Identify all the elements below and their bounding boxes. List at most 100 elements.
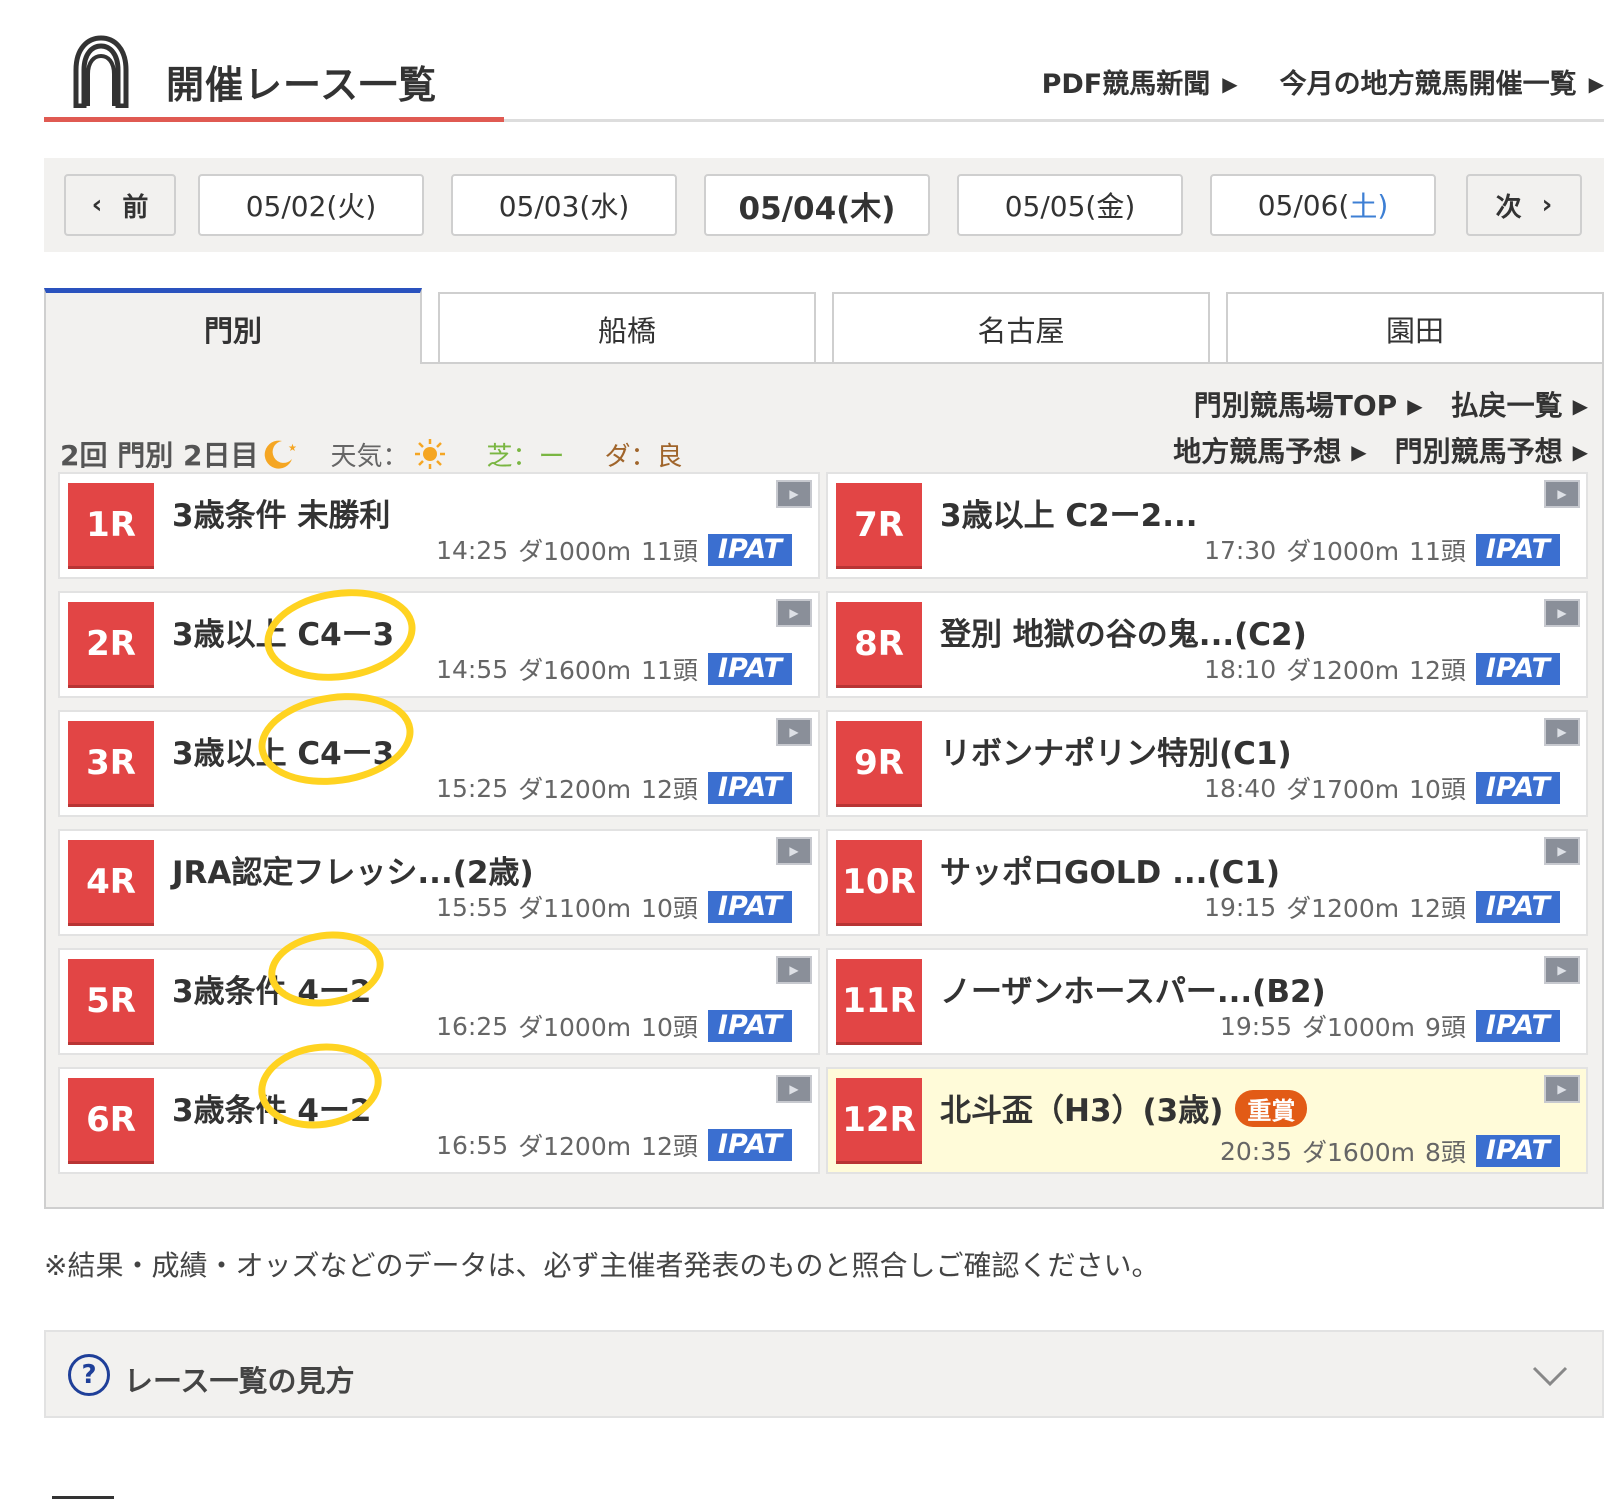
video-icon[interactable]: ▶	[776, 718, 812, 746]
video-icon[interactable]: ▶	[1544, 837, 1580, 865]
monthly-schedule-link[interactable]: 今月の地方競馬開催一覧 ▶	[1280, 62, 1604, 101]
race-panel: 門別競馬場TOP ▶ 払戻一覧 ▶ 地方競馬予想 ▶ 門別競馬予想 ▶ 2回 門別 2日…	[44, 362, 1604, 1209]
race-number: 4R	[68, 840, 154, 926]
monbetsu-prediction-link[interactable]: 門別競馬予想 ▶	[1395, 430, 1588, 470]
ipat-button[interactable]: IPAT	[1475, 534, 1560, 566]
race-row-5r[interactable]: 5R 3歳条件 4ー2 16:25 ダ1000m 10頭 IPAT ▶	[58, 948, 820, 1055]
race-info: 20:35 ダ1600m 8頭 IPAT	[1220, 1133, 1560, 1169]
ipat-button[interactable]: IPAT	[707, 653, 792, 685]
chevron-left-icon: ‹	[91, 190, 103, 220]
divider	[52, 1496, 114, 1499]
race-row-6r[interactable]: 6R 3歳条件 4ー2 16:55 ダ1200m 12頭 IPAT ▶	[58, 1067, 820, 1174]
tab-nagoya[interactable]: 名古屋	[832, 292, 1210, 364]
video-icon[interactable]: ▶	[1544, 718, 1580, 746]
chevron-right-icon: ›	[1541, 190, 1553, 220]
header-accent-line	[44, 117, 504, 122]
video-icon[interactable]: ▶	[776, 837, 812, 865]
triangle-right-icon: ▶	[1572, 440, 1588, 464]
tab-sonoda[interactable]: 園田	[1226, 292, 1604, 364]
race-number: 1R	[68, 483, 154, 569]
date-navigation: ‹ 前 05/02(火) 05/03(水) 05/04(木) 05/05(金) …	[44, 158, 1604, 252]
local-racing-prediction-link[interactable]: 地方競馬予想 ▶	[1173, 430, 1366, 470]
tab-monbetsu[interactable]: 門別	[44, 288, 422, 364]
triangle-right-icon: ▶	[1222, 72, 1238, 96]
video-icon[interactable]: ▶	[776, 1075, 812, 1103]
race-number: 6R	[68, 1078, 154, 1164]
how-to-read-accordion[interactable]: ? レース一覧の見方	[44, 1330, 1604, 1418]
payout-list-link[interactable]: 払戻一覧 ▶	[1451, 384, 1588, 424]
race-name: 登別 地獄の谷の鬼...(C2)	[940, 617, 1307, 653]
race-row-10r[interactable]: 10R サッポロGOLD ...(C1) 19:15 ダ1200m 12頭 IPAT …	[826, 829, 1588, 936]
video-icon[interactable]: ▶	[1544, 480, 1580, 508]
prev-date-button[interactable]: ‹ 前	[64, 174, 176, 236]
video-icon[interactable]: ▶	[1544, 599, 1580, 627]
horseshoe-logo-icon	[73, 35, 129, 108]
how-to-read-label: レース一覧の見方	[124, 1364, 355, 1398]
race-info: 16:55 ダ1200m 12頭 IPAT	[436, 1127, 792, 1163]
chevron-down-icon	[1532, 1366, 1568, 1387]
date-tab-0503[interactable]: 05/03(水)	[451, 174, 677, 236]
race-row-11r[interactable]: 11R ノーザンホースパー...(B2) 19:55 ダ1000m 9頭 IPAT ▶	[826, 948, 1588, 1055]
race-name: 3歳以上 C2ー2...	[940, 498, 1198, 534]
date-tab-0505[interactable]: 05/05(金)	[957, 174, 1183, 236]
video-icon[interactable]: ▶	[776, 956, 812, 984]
tab-funabashi[interactable]: 船橋	[438, 292, 816, 364]
next-date-button[interactable]: 次 ›	[1466, 174, 1582, 236]
race-number: 11R	[836, 959, 922, 1045]
ipat-button[interactable]: IPAT	[707, 534, 792, 566]
race-number: 7R	[836, 483, 922, 569]
race-name: サッポロGOLD ...(C1)	[940, 855, 1281, 891]
race-number: 5R	[68, 959, 154, 1045]
race-info: 17:30 ダ1000m 11頭 IPAT	[1204, 532, 1560, 568]
race-name: ノーザンホースパー...(B2)	[940, 974, 1326, 1010]
ipat-button[interactable]: IPAT	[707, 772, 792, 804]
video-icon[interactable]: ▶	[1544, 1075, 1580, 1103]
turf-condition: 芝：ー	[486, 441, 565, 472]
triangle-right-icon: ▶	[1407, 394, 1423, 418]
race-info: 15:55 ダ1100m 10頭 IPAT	[436, 889, 792, 925]
video-icon[interactable]: ▶	[1544, 956, 1580, 984]
race-row-8r[interactable]: 8R 登別 地獄の谷の鬼...(C2) 18:10 ダ1200m 12頭 IPAT ▶	[826, 591, 1588, 698]
venue-tabs: 門別 船橋 名古屋 園田	[44, 288, 1604, 364]
ipat-button[interactable]: IPAT	[1475, 1135, 1560, 1167]
dirt-condition: ダ：良	[604, 441, 683, 472]
grade-race-badge: 重賞	[1235, 1090, 1308, 1127]
page-header: 開催レース一覧 PDF競馬新聞 ▶ 今月の地方競馬開催一覧 ▶	[44, 28, 1604, 122]
question-icon: ?	[68, 1354, 110, 1396]
race-row-3r[interactable]: 3R 3歳以上 C4ー3 15:25 ダ1200m 12頭 IPAT ▶	[58, 710, 820, 817]
race-row-4r[interactable]: 4R JRA認定フレッシ...(2歳) 15:55 ダ1100m 10頭 IPAT ▶	[58, 829, 820, 936]
race-name: 北斗盃（H3）(3歳) 重賞	[940, 1085, 1308, 1130]
race-row-9r[interactable]: 9R リボンナポリン特別(C1) 18:40 ダ1700m 10頭 IPAT ▶	[826, 710, 1588, 817]
ipat-button[interactable]: IPAT	[707, 891, 792, 923]
race-row-12r[interactable]: 12R 北斗盃（H3）(3歳) 重賞 20:35 ダ1600m 8頭 IPAT ▶	[826, 1067, 1588, 1174]
race-number: 10R	[836, 840, 922, 926]
date-tab-0504[interactable]: 05/04(木)	[704, 174, 930, 236]
ipat-button[interactable]: IPAT	[1475, 891, 1560, 923]
race-info: 18:10 ダ1200m 12頭 IPAT	[1204, 651, 1560, 687]
meeting-name: 2回 門別 2日目	[60, 439, 259, 472]
race-name: JRA認定フレッシ...(2歳)	[172, 855, 534, 891]
ipat-button[interactable]: IPAT	[1475, 1010, 1560, 1042]
ipat-button[interactable]: IPAT	[1475, 653, 1560, 685]
race-info: 18:40 ダ1700m 10頭 IPAT	[1204, 770, 1560, 806]
race-info: 15:25 ダ1200m 12頭 IPAT	[436, 770, 792, 806]
date-tab-0506[interactable]: 05/06(土)	[1210, 174, 1436, 236]
page-title: 開催レース一覧	[166, 63, 438, 107]
race-row-7r[interactable]: 7R 3歳以上 C2ー2... 17:30 ダ1000m 11頭 IPAT ▶	[826, 472, 1588, 579]
pdf-newspaper-link[interactable]: PDF競馬新聞 ▶	[1042, 62, 1238, 101]
race-row-2r[interactable]: 2R 3歳以上 C4ー3 14:55 ダ1600m 11頭 IPAT ▶	[58, 591, 820, 698]
race-row-1r[interactable]: 1R 3歳条件 未勝利 14:25 ダ1000m 11頭 IPAT ▶	[58, 472, 820, 579]
video-icon[interactable]: ▶	[776, 480, 812, 508]
date-tab-0502[interactable]: 05/02(火)	[198, 174, 424, 236]
ipat-button[interactable]: IPAT	[707, 1129, 792, 1161]
triangle-right-icon: ▶	[1588, 72, 1604, 96]
moon-icon: ★	[265, 440, 296, 469]
video-icon[interactable]: ▶	[776, 599, 812, 627]
ipat-button[interactable]: IPAT	[707, 1010, 792, 1042]
race-number: 2R	[68, 602, 154, 688]
race-info: 16:25 ダ1000m 10頭 IPAT	[436, 1008, 792, 1044]
meeting-info: 2回 門別 2日目 ★ 天気： 芝：ー ダ：良	[60, 434, 683, 474]
race-number: 8R	[836, 602, 922, 688]
monbetsu-top-link[interactable]: 門別競馬場TOP ▶	[1194, 384, 1423, 424]
ipat-button[interactable]: IPAT	[1475, 772, 1560, 804]
